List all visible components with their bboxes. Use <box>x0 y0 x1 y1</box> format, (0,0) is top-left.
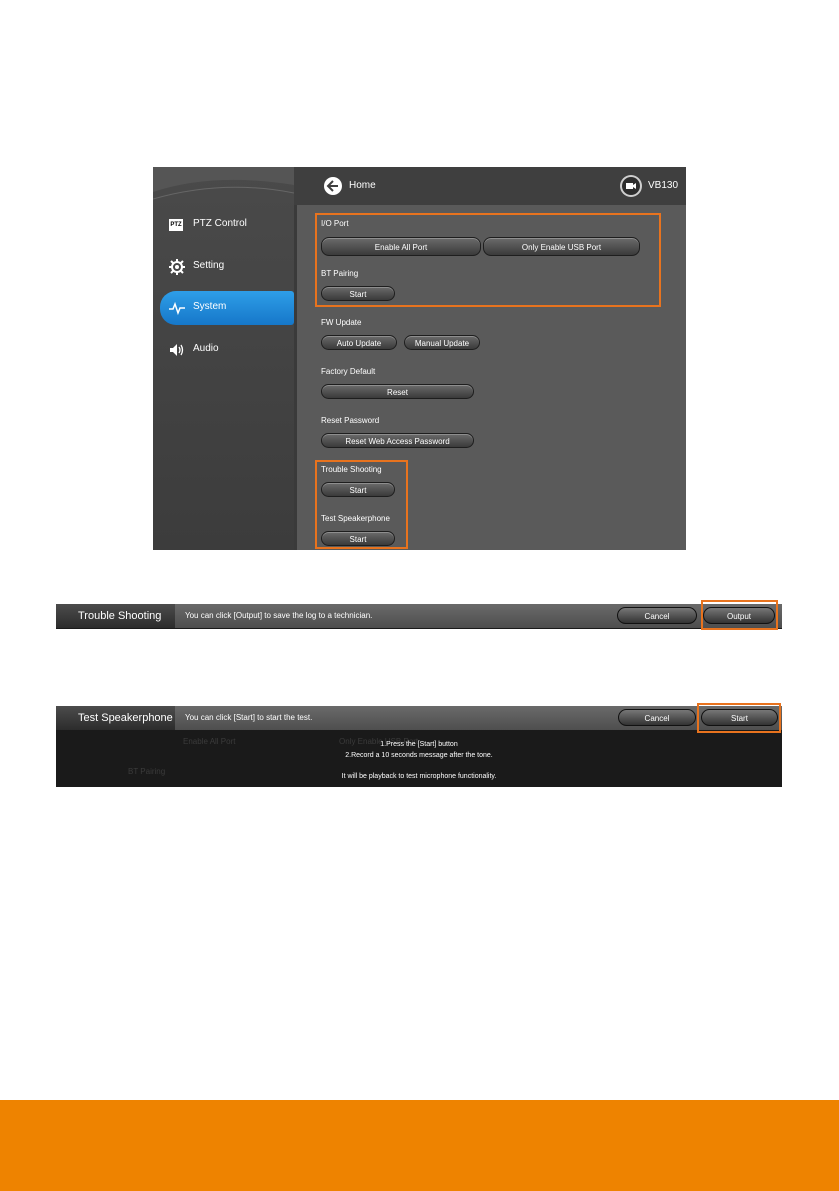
start-button[interactable]: Start <box>701 709 778 726</box>
divider <box>294 167 297 550</box>
dialog-message: You can click [Output] to save the log t… <box>185 611 373 620</box>
test-speakerphone-dialog: Test Speakerphone You can click [Start] … <box>56 706 782 787</box>
speaker-icon <box>169 342 185 358</box>
trouble-shooting-start-button[interactable]: Start <box>321 482 395 497</box>
test-speakerphone-title: Test Speakerphone <box>321 514 390 523</box>
back-arrow-icon <box>326 180 338 192</box>
main-panel: Home VB130 I/O Port Enable All Port Only… <box>294 167 686 550</box>
sidebar-item-setting[interactable]: Setting <box>153 250 294 284</box>
dialog-message-bar: You can click [Start] to start the test.… <box>175 706 782 730</box>
manual-update-button[interactable]: Manual Update <box>404 335 480 350</box>
cancel-button[interactable]: Cancel <box>618 709 696 726</box>
sidebar: PTZ PTZ Control Setting System Audio <box>153 167 294 550</box>
instruction-line-1: 1.Press the [Start] button <box>380 741 458 748</box>
instruction-line-3: It will be playback to test microphone f… <box>341 773 497 780</box>
header-swoosh <box>153 167 294 200</box>
sidebar-item-label: System <box>193 301 227 312</box>
trouble-shooting-dialog: Trouble Shooting You can click [Output] … <box>56 604 782 629</box>
sidebar-item-ptz-control[interactable]: PTZ PTZ Control <box>153 208 294 242</box>
back-button[interactable] <box>324 177 342 195</box>
device-model: VB130 <box>648 180 679 191</box>
sidebar-item-audio[interactable]: Audio <box>153 333 294 367</box>
auto-update-button[interactable]: Auto Update <box>321 335 397 350</box>
home-label[interactable]: Home <box>349 180 376 191</box>
sidebar-item-system[interactable]: System <box>160 291 294 325</box>
footer-band <box>0 1100 839 1191</box>
reset-password-title: Reset Password <box>321 416 380 425</box>
sidebar-item-label: Audio <box>193 343 219 354</box>
top-bar: Home VB130 <box>294 167 686 205</box>
enable-all-port-button[interactable]: Enable All Port <box>321 237 481 256</box>
io-port-title: I/O Port <box>321 219 349 228</box>
fw-update-title: FW Update <box>321 318 362 327</box>
only-enable-usb-port-button[interactable]: Only Enable USB Port <box>483 237 640 256</box>
sidebar-item-label: Setting <box>193 260 225 271</box>
dialog-title: Test Speakerphone <box>56 706 175 730</box>
factory-default-title: Factory Default <box>321 367 376 376</box>
ptz-icon: PTZ <box>169 217 185 233</box>
bt-pairing-start-button[interactable]: Start <box>321 286 395 301</box>
dialog-message-bar: You can click [Output] to save the log t… <box>175 604 782 628</box>
gear-icon <box>169 259 185 275</box>
bt-pairing-title: BT Pairing <box>321 269 359 278</box>
sidebar-item-label: PTZ Control <box>193 218 247 229</box>
reset-button[interactable]: Reset <box>321 384 474 399</box>
test-speakerphone-start-button[interactable]: Start <box>321 531 395 546</box>
system-settings-screen: PTZ PTZ Control Setting System Audio Hom… <box>153 167 686 550</box>
dialog-message: You can click [Start] to start the test. <box>185 713 313 722</box>
instruction-line-2: 2.Record a 10 seconds message after the … <box>345 752 493 759</box>
output-button[interactable]: Output <box>703 607 775 624</box>
pulse-icon <box>169 300 185 316</box>
cancel-button[interactable]: Cancel <box>617 607 697 624</box>
camera-icon <box>620 175 642 197</box>
trouble-shooting-title: Trouble Shooting <box>321 465 382 474</box>
reset-web-access-password-button[interactable]: Reset Web Access Password <box>321 433 474 448</box>
dialog-title: Trouble Shooting <box>56 604 175 628</box>
